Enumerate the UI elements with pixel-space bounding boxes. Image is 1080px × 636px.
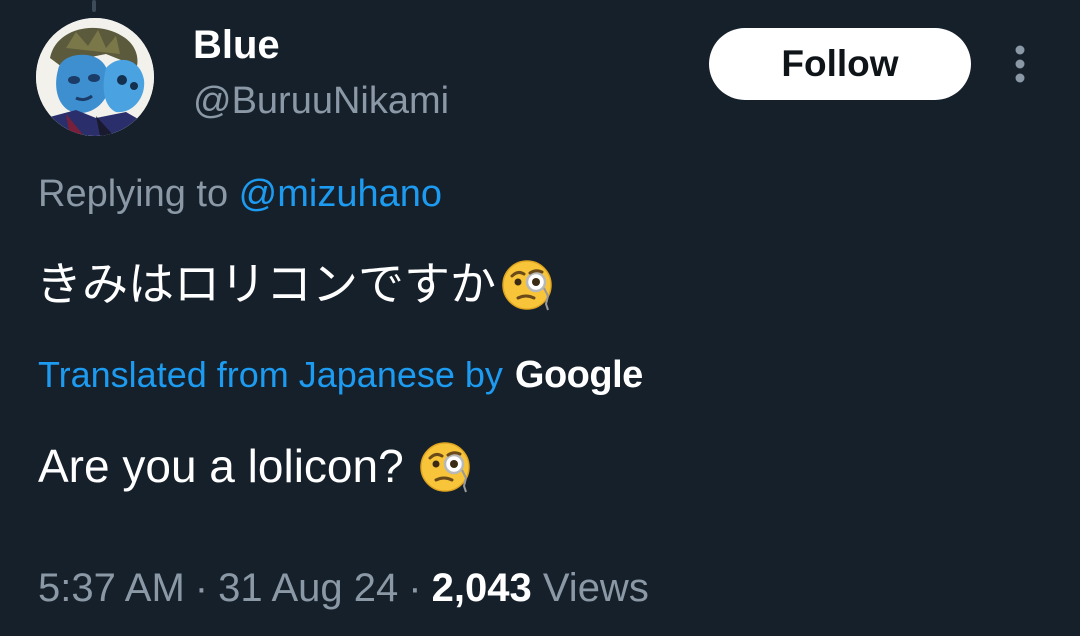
display-name[interactable]: Blue bbox=[193, 22, 280, 68]
separator-dot: · bbox=[194, 566, 209, 610]
thread-connector-line bbox=[92, 0, 96, 12]
views-label: Views bbox=[542, 566, 649, 610]
separator-dot: · bbox=[408, 566, 422, 610]
face-with-monocle-icon bbox=[500, 256, 556, 312]
follow-button[interactable]: Follow bbox=[709, 28, 971, 100]
avatar[interactable] bbox=[36, 18, 154, 136]
translation-attribution[interactable]: Translated from Japanese by Google bbox=[38, 352, 643, 398]
tweet-date[interactable]: 31 Aug 24 bbox=[218, 566, 398, 610]
tweet-original-text: きみはロリコンですか bbox=[36, 252, 556, 316]
original-text-content: きみはロリコンですか bbox=[36, 258, 496, 310]
user-handle[interactable]: @BuruuNikami bbox=[193, 78, 449, 124]
tweet-time[interactable]: 5:37 AM bbox=[38, 566, 185, 610]
replying-to-label: Replying to bbox=[38, 173, 239, 215]
tweet-metadata: 5:37 AM · 31 Aug 24 · 2,043 Views bbox=[38, 562, 649, 614]
google-logo: Google bbox=[514, 354, 643, 396]
translation-label: Translated from Japanese by bbox=[38, 354, 503, 395]
face-with-monocle-icon bbox=[418, 438, 474, 494]
avatar-image bbox=[36, 18, 154, 136]
tweet-translated-text: Are you a lolicon? bbox=[38, 434, 474, 498]
translated-text-content: Are you a lolicon? bbox=[38, 440, 404, 492]
views-count[interactable]: 2,043 bbox=[432, 566, 532, 610]
replying-to: Replying to @mizuhano bbox=[38, 170, 442, 218]
tweet-detail: Blue @BuruuNikami Follow Replying to @mi… bbox=[0, 0, 1080, 636]
more-options-icon[interactable] bbox=[1006, 44, 1034, 84]
mention-link[interactable]: @mizuhano bbox=[239, 173, 442, 215]
